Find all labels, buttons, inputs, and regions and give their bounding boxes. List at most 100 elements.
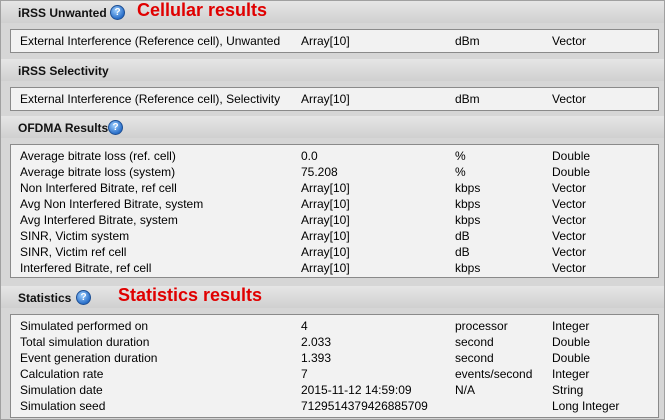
results-panel: External Interference (Reference cell), … <box>10 87 659 111</box>
result-unit: dBm <box>455 34 480 48</box>
result-unit: processor <box>455 319 508 333</box>
result-name: Event generation duration <box>20 351 158 365</box>
result-type: Vector <box>552 181 587 195</box>
result-unit: N/A <box>455 383 476 397</box>
result-type: Vector <box>552 92 587 106</box>
result-type: Vector <box>552 197 587 211</box>
result-unit: % <box>455 165 466 179</box>
result-name: Avg Interfered Bitrate, system <box>20 213 178 227</box>
result-value: Array[10] <box>301 92 350 106</box>
result-unit: events/second <box>455 367 533 381</box>
result-name: Non Interfered Bitrate, ref cell <box>20 181 177 195</box>
result-unit: dB <box>455 245 470 259</box>
result-value: Array[10] <box>301 245 350 259</box>
section-header[interactable]: iRSS Selectivity <box>1 59 664 81</box>
table-row[interactable]: Avg Interfered Bitrate, system Array[10]… <box>11 212 658 228</box>
table-row[interactable]: Interfered Bitrate, ref cell Array[10] k… <box>11 260 658 276</box>
section-statistics: Statistics ? Statistics results Simulate… <box>1 285 664 419</box>
result-type: Double <box>552 351 591 365</box>
result-value: 2015-11-12 14:59:09 <box>301 383 412 397</box>
result-type: Double <box>552 165 591 179</box>
section-ofdma-results: OFDMA Results ? Average bitrate loss (re… <box>1 116 664 282</box>
result-type: Long Integer <box>552 399 620 413</box>
result-name: Avg Non Interfered Bitrate, system <box>20 197 204 211</box>
result-name: SINR, Victim ref cell <box>20 245 127 259</box>
result-name: External Interference (Reference cell), … <box>20 92 281 106</box>
result-unit: dB <box>455 229 470 243</box>
results-panel: External Interference (Reference cell), … <box>10 29 659 53</box>
results-panel: Simulated performed on 4 processor Integ… <box>10 314 659 418</box>
result-value: 1.393 <box>301 351 332 365</box>
table-row[interactable]: SINR, Victim ref cell Array[10] dB Vecto… <box>11 244 658 260</box>
result-value: 7 <box>301 367 308 381</box>
result-name: Calculation rate <box>20 367 104 381</box>
result-type: String <box>552 383 584 397</box>
result-unit: kbps <box>455 261 481 275</box>
result-name: Average bitrate loss (system) <box>20 165 176 179</box>
result-type: Vector <box>552 34 587 48</box>
section-title: OFDMA Results <box>18 121 109 135</box>
result-type: Integer <box>552 319 590 333</box>
result-name: Simulation seed <box>20 399 106 413</box>
table-row[interactable]: Total simulation duration 2.033 second D… <box>11 334 658 350</box>
result-value: 2.033 <box>301 335 332 349</box>
result-name: SINR, Victim system <box>20 229 130 243</box>
table-row[interactable]: Non Interfered Bitrate, ref cell Array[1… <box>11 180 658 196</box>
result-type: Integer <box>552 367 590 381</box>
result-unit: kbps <box>455 197 481 211</box>
result-type: Double <box>552 335 591 349</box>
result-type: Vector <box>552 261 587 275</box>
table-row[interactable]: Avg Non Interfered Bitrate, system Array… <box>11 196 658 212</box>
result-unit: kbps <box>455 213 481 227</box>
result-name: Interfered Bitrate, ref cell <box>20 261 152 275</box>
result-unit: % <box>455 149 466 163</box>
table-row[interactable]: External Interference (Reference cell), … <box>11 33 658 49</box>
section-header[interactable]: iRSS Unwanted ? Cellular results <box>1 0 664 23</box>
result-type: Vector <box>552 213 587 227</box>
table-row[interactable]: SINR, Victim system Array[10] dB Vector <box>11 228 658 244</box>
table-row[interactable]: Calculation rate 7 events/second Integer <box>11 366 658 382</box>
result-value: 4 <box>301 319 308 333</box>
result-name: Average bitrate loss (ref. cell) <box>20 149 176 163</box>
section-title: iRSS Unwanted <box>18 6 107 20</box>
result-name: Total simulation duration <box>20 335 150 349</box>
result-type: Vector <box>552 229 587 243</box>
table-row[interactable]: Simulation seed 7129514379426885709 Long… <box>11 398 658 414</box>
table-row[interactable]: Simulated performed on 4 processor Integ… <box>11 318 658 334</box>
result-value: Array[10] <box>301 213 350 227</box>
results-window: iRSS Unwanted ? Cellular results Externa… <box>0 0 665 420</box>
section-title: iRSS Selectivity <box>18 64 109 78</box>
result-value: Array[10] <box>301 197 350 211</box>
table-row[interactable]: Average bitrate loss (system) 75.208 % D… <box>11 164 658 180</box>
help-icon[interactable]: ? <box>110 5 125 20</box>
help-icon[interactable]: ? <box>108 120 123 135</box>
result-value: Array[10] <box>301 181 350 195</box>
result-value: 75.208 <box>301 165 338 179</box>
result-unit: second <box>455 335 494 349</box>
section-title: Statistics <box>18 291 72 305</box>
table-row[interactable]: Event generation duration 1.393 second D… <box>11 350 658 366</box>
section-irss-unwanted: iRSS Unwanted ? Cellular results Externa… <box>1 0 664 61</box>
section-header[interactable]: OFDMA Results ? <box>1 116 664 138</box>
result-type: Double <box>552 149 591 163</box>
section-header[interactable]: Statistics ? Statistics results <box>1 285 664 308</box>
help-icon[interactable]: ? <box>76 290 91 305</box>
result-value: Array[10] <box>301 261 350 275</box>
results-panel: Average bitrate loss (ref. cell) 0.0 % D… <box>10 144 659 278</box>
result-value: 0.0 <box>301 149 318 163</box>
table-row[interactable]: Simulation date 2015-11-12 14:59:09 N/A … <box>11 382 658 398</box>
result-type: Vector <box>552 245 587 259</box>
result-unit: kbps <box>455 181 481 195</box>
result-name: Simulated performed on <box>20 319 149 333</box>
section-irss-selectivity: iRSS Selectivity External Interference (… <box>1 59 664 117</box>
result-value: Array[10] <box>301 229 350 243</box>
result-value: 7129514379426885709 <box>301 399 428 413</box>
result-unit: dBm <box>455 92 480 106</box>
result-unit: second <box>455 351 494 365</box>
table-row[interactable]: External Interference (Reference cell), … <box>11 91 658 107</box>
result-value: Array[10] <box>301 34 350 48</box>
table-row[interactable]: Average bitrate loss (ref. cell) 0.0 % D… <box>11 148 658 164</box>
annotation-statistics-results: Statistics results <box>118 285 263 305</box>
result-name: External Interference (Reference cell), … <box>20 34 281 48</box>
annotation-cellular-results: Cellular results <box>137 0 268 20</box>
